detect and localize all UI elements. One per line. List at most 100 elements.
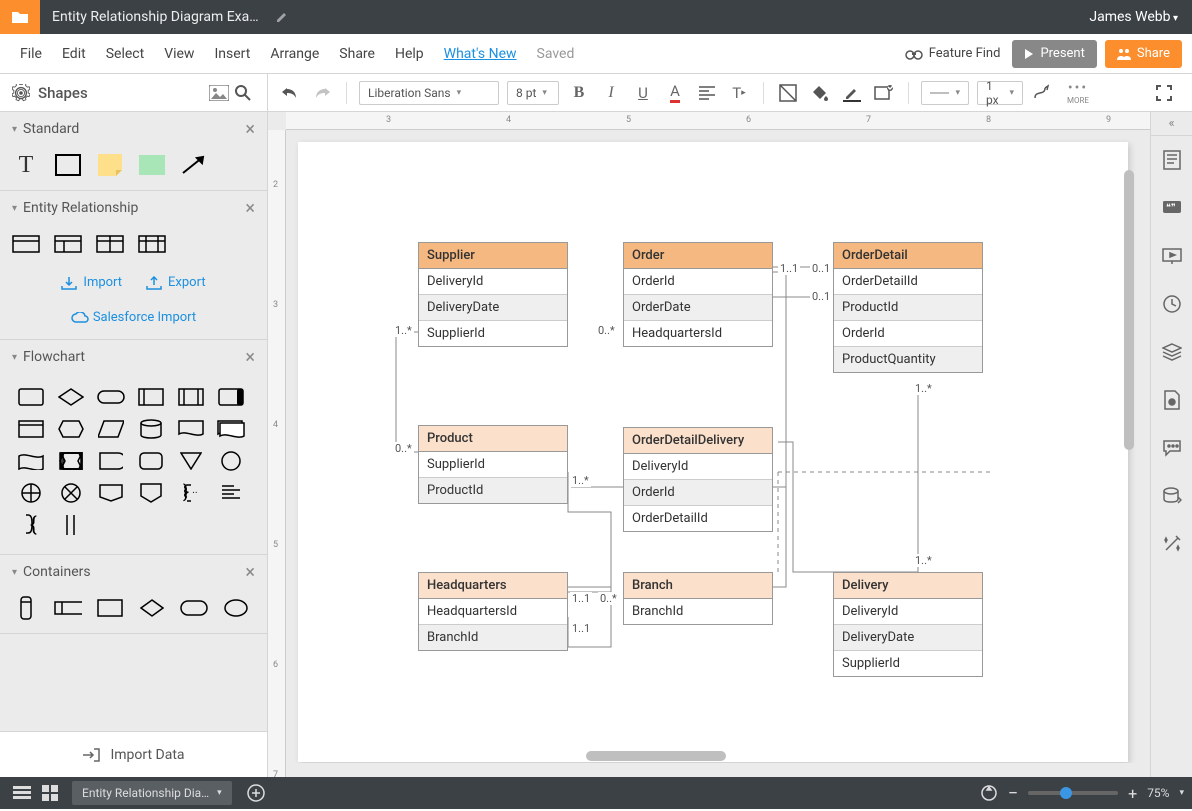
entity-order[interactable]: Order OrderId OrderDate HeadquartersId — [623, 242, 773, 347]
zoom-out-icon[interactable]: − — [1008, 783, 1018, 804]
flow-shape[interactable] — [56, 450, 86, 472]
flow-shape[interactable] — [16, 386, 46, 408]
shape-options-icon[interactable] — [872, 81, 896, 105]
rail-history-icon[interactable] — [1151, 280, 1192, 328]
container-shape[interactable] — [96, 597, 124, 619]
flow-shape[interactable] — [176, 450, 206, 472]
entity-product[interactable]: Product SupplierId ProductId — [418, 425, 568, 504]
rail-comments-icon[interactable]: ❝❞ — [1151, 184, 1192, 232]
close-icon[interactable]: × — [245, 562, 255, 583]
autosave-icon[interactable] — [980, 784, 998, 802]
page[interactable]: Supplier DeliveryId DeliveryDate Supplie… — [298, 142, 1128, 762]
container-shape[interactable] — [222, 597, 250, 619]
page-tab[interactable]: Entity Relationship Dia… — [72, 781, 232, 805]
flow-shape[interactable] — [96, 450, 126, 472]
menu-select[interactable]: Select — [96, 46, 154, 62]
menu-insert[interactable]: Insert — [204, 46, 260, 62]
underline-icon[interactable]: U — [631, 81, 655, 105]
entity-supplier[interactable]: Supplier DeliveryId DeliveryDate Supplie… — [418, 242, 568, 347]
shape-rect[interactable] — [54, 154, 82, 176]
entity-headquarters[interactable]: Headquarters HeadquartersId BranchId — [418, 572, 568, 651]
entity-branch[interactable]: Branch BranchId — [623, 572, 773, 625]
line-width-selector[interactable]: 1 px — [977, 81, 1023, 105]
er-shape-2[interactable] — [54, 233, 82, 255]
flow-shape[interactable]: }∙∙ — [176, 482, 206, 504]
scrollbar-horizontal[interactable] — [586, 751, 726, 761]
text-options-icon[interactable]: T▸ — [727, 81, 751, 105]
shelf-standard[interactable]: Standard× — [0, 112, 267, 146]
zoom-slider[interactable] — [1028, 791, 1118, 795]
flow-shape[interactable] — [216, 450, 246, 472]
menu-view[interactable]: View — [154, 46, 204, 62]
flow-shape[interactable] — [16, 482, 46, 504]
entity-orderdetail[interactable]: OrderDetail OrderDetailId ProductId Orde… — [833, 242, 983, 373]
flow-shape[interactable] — [56, 514, 86, 536]
flow-shape[interactable] — [136, 450, 166, 472]
shape-fill-icon[interactable] — [776, 81, 800, 105]
grid-view-icon[interactable] — [36, 781, 64, 805]
flow-shape[interactable] — [176, 418, 206, 440]
entity-delivery[interactable]: Delivery DeliveryId DeliveryDate Supplie… — [833, 572, 983, 677]
line-options-icon[interactable] — [1031, 81, 1055, 105]
er-shape-4[interactable] — [138, 233, 166, 255]
flow-shape[interactable] — [56, 482, 86, 504]
flow-shape[interactable] — [136, 418, 166, 440]
flow-shape[interactable] — [56, 418, 86, 440]
import-data-button[interactable]: Import Data — [0, 731, 267, 777]
flow-shape[interactable] — [16, 450, 46, 472]
document-title[interactable]: Entity Relationship Diagram Exa… — [40, 9, 271, 25]
pencil-icon[interactable] — [275, 10, 289, 24]
flow-shape[interactable] — [136, 386, 166, 408]
er-shape-1[interactable] — [12, 233, 40, 255]
shape-block[interactable] — [138, 154, 166, 176]
shelf-containers[interactable]: Containers× — [0, 555, 267, 589]
flow-shape[interactable] — [56, 386, 86, 408]
rail-notes-icon[interactable] — [1151, 136, 1192, 184]
text-color-icon[interactable]: A — [663, 81, 687, 105]
container-shape[interactable] — [54, 597, 82, 619]
flow-shape[interactable] — [136, 482, 166, 504]
shelf-flowchart[interactable]: Flowchart× — [0, 340, 267, 374]
canvas[interactable]: Supplier DeliveryId DeliveryDate Supplie… — [286, 130, 1136, 763]
redo-icon[interactable] — [310, 81, 334, 105]
list-view-icon[interactable] — [8, 781, 36, 805]
close-icon[interactable]: × — [245, 119, 255, 140]
container-shape[interactable] — [12, 597, 40, 619]
share-button[interactable]: Share — [1105, 40, 1182, 68]
rail-chat-icon[interactable] — [1151, 424, 1192, 472]
flow-shape[interactable] — [216, 482, 246, 504]
rail-layers-icon[interactable] — [1151, 328, 1192, 376]
entity-orderdetaildelivery[interactable]: OrderDetailDelivery DeliveryId OrderId O… — [623, 427, 773, 532]
close-icon[interactable]: × — [245, 198, 255, 219]
undo-icon[interactable] — [278, 81, 302, 105]
border-color-icon[interactable] — [840, 81, 864, 105]
export-link[interactable]: Export — [146, 275, 206, 290]
shape-arrow[interactable] — [180, 154, 208, 176]
close-icon[interactable]: × — [245, 347, 255, 368]
shelf-er[interactable]: Entity Relationship× — [0, 191, 267, 225]
shape-text[interactable]: T — [12, 154, 40, 176]
salesforce-import-link[interactable]: Salesforce Import — [12, 310, 255, 325]
container-shape[interactable] — [138, 597, 166, 619]
flow-shape[interactable] — [176, 386, 206, 408]
search-icon[interactable] — [231, 81, 255, 105]
gear-icon[interactable] — [12, 84, 30, 102]
fullscreen-icon[interactable] — [1152, 81, 1176, 105]
line-style-selector[interactable] — [921, 81, 969, 105]
add-page-icon[interactable] — [242, 781, 270, 805]
more-button[interactable]: •••MORE — [1067, 80, 1089, 105]
feature-find[interactable]: Feature Find — [905, 46, 1001, 61]
rail-present-icon[interactable] — [1151, 232, 1192, 280]
flow-shape[interactable] — [16, 418, 46, 440]
font-selector[interactable]: Liberation Sans — [359, 81, 499, 105]
rail-page-icon[interactable] — [1151, 376, 1192, 424]
import-link[interactable]: Import — [61, 275, 122, 290]
container-shape[interactable] — [180, 597, 208, 619]
flow-shape[interactable] — [96, 418, 126, 440]
present-button[interactable]: Present — [1012, 40, 1096, 68]
bold-icon[interactable]: B — [567, 81, 591, 105]
fontsize-selector[interactable]: 8 pt — [507, 81, 559, 105]
menu-file[interactable]: File — [10, 46, 52, 62]
zoom-in-icon[interactable]: + — [1128, 784, 1137, 803]
flow-shape[interactable] — [216, 386, 246, 408]
